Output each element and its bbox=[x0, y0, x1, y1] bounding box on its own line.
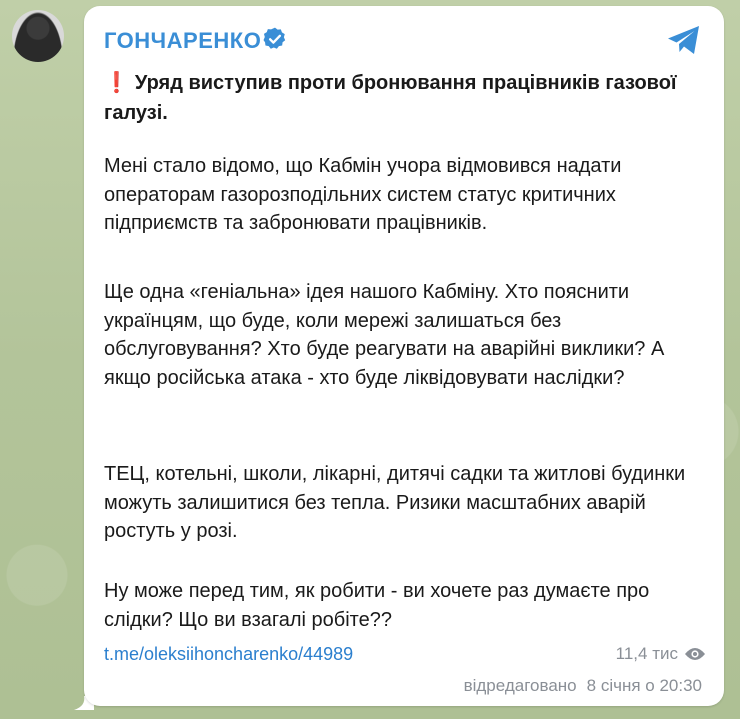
headline-text: Уряд виступив проти бронювання працівник… bbox=[104, 72, 677, 124]
exclamation-icon: ❗ bbox=[104, 72, 129, 94]
post-paragraph: ТЕЦ, котельні, школи, лікарні, дитячі са… bbox=[104, 463, 686, 542]
message-timestamp: 8 січня о 20:30 bbox=[586, 676, 702, 695]
post-paragraph: Ще одна «геніальна» ідея нашого Кабміну.… bbox=[104, 281, 665, 389]
post-link[interactable]: t.me/oleksiihoncharenko/44989 bbox=[104, 644, 353, 665]
message-bubble: ГОНЧАРЕНКО ❗ Уряд виступив проти бронюван… bbox=[84, 6, 724, 706]
views-count: 11,4 тис bbox=[615, 644, 678, 663]
message-meta: відредаговано 8 січня о 20:30 bbox=[464, 676, 702, 696]
edited-label: відредаговано bbox=[463, 676, 577, 695]
post-headline: ❗ Уряд виступив проти бронювання працівни… bbox=[104, 68, 694, 128]
views-counter: 11,4 тис bbox=[616, 644, 706, 664]
channel-avatar[interactable] bbox=[12, 10, 64, 62]
post-paragraph: Мені стало відомо, що Кабмін учора відмо… bbox=[104, 155, 622, 234]
channel-name[interactable]: ГОНЧАРЕНКО bbox=[104, 28, 261, 54]
eye-icon bbox=[685, 648, 705, 660]
share-icon[interactable] bbox=[666, 24, 702, 56]
verified-badge-icon bbox=[263, 27, 286, 49]
post-paragraph: Ну може перед тим, як робити - ви хочете… bbox=[104, 580, 650, 631]
